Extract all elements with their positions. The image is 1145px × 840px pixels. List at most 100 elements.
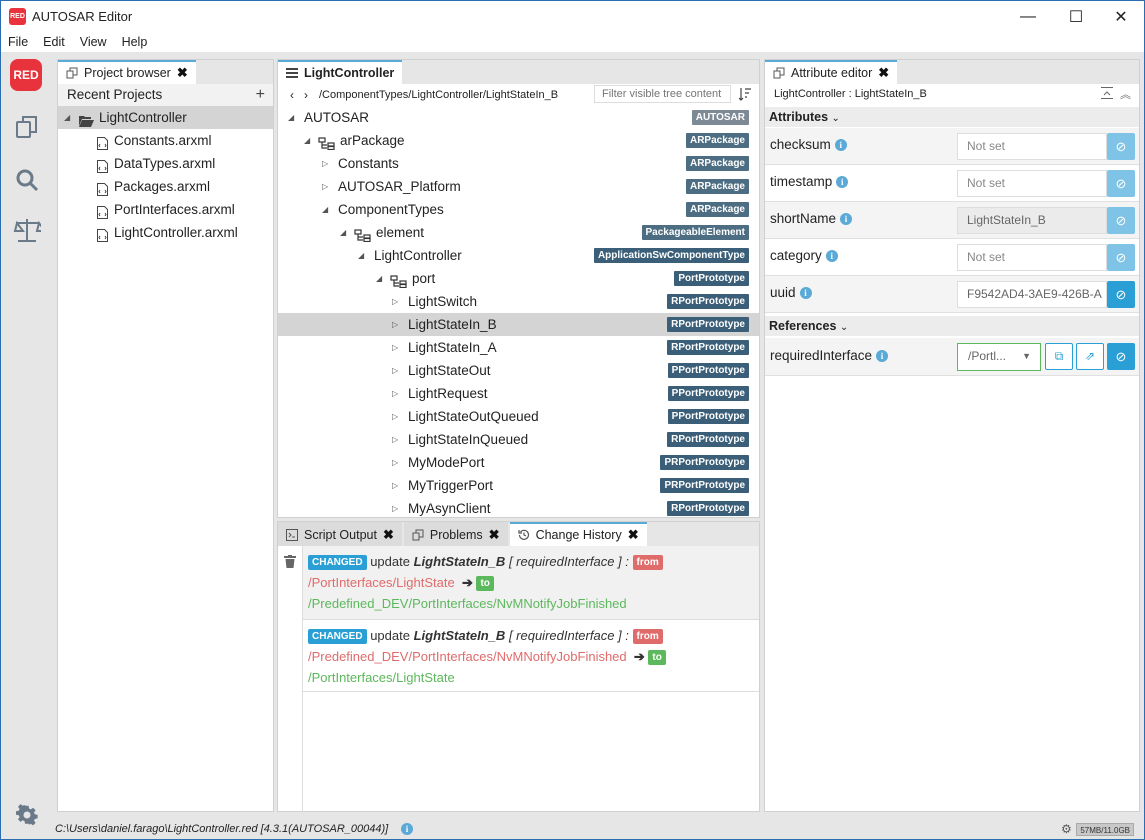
tab-project-browser[interactable]: Project browser ✖: [58, 60, 196, 84]
menu-file[interactable]: File: [1, 32, 36, 52]
tab-problems[interactable]: Problems ✖: [403, 522, 508, 546]
collapse-arrow-icon[interactable]: ◢: [288, 106, 294, 129]
tree-row[interactable]: ▷ Constants ARPackage: [278, 152, 759, 175]
info-icon[interactable]: i: [836, 176, 849, 188]
unset-button[interactable]: ⊘: [1107, 133, 1135, 160]
tab-attribute-editor[interactable]: Attribute editor ✖: [765, 60, 898, 84]
expand-arrow-icon[interactable]: ▷: [392, 474, 398, 497]
info-icon[interactable]: i: [825, 250, 838, 262]
minimize-button[interactable]: —: [1005, 1, 1051, 32]
expand-arrow-icon[interactable]: ▷: [392, 336, 398, 359]
sort-icon[interactable]: [738, 87, 751, 104]
unset-button[interactable]: ⊘: [1107, 170, 1135, 197]
tab-change-history[interactable]: Change History ✖: [509, 522, 647, 546]
file-row[interactable]: Packages.arxml: [58, 175, 273, 198]
expand-arrow-icon[interactable]: ▷: [392, 359, 398, 382]
expand-arrow-icon[interactable]: ▷: [322, 175, 328, 198]
collapse-arrow-icon[interactable]: ◢: [322, 198, 328, 221]
info-icon[interactable]: i: [799, 287, 812, 299]
unset-button[interactable]: ⊘: [1107, 207, 1135, 234]
file-row[interactable]: LightController.arxml: [58, 221, 273, 244]
settings-small-icon[interactable]: ⚙: [1061, 822, 1072, 836]
tree-row[interactable]: ◢ arPackage ARPackage: [278, 129, 759, 152]
close-tab-icon[interactable]: ✖: [489, 527, 500, 543]
collapse-all-icon[interactable]: [1101, 87, 1113, 102]
tree-row[interactable]: ▷ MyAsynClient RPortPrototype: [278, 497, 759, 520]
category-field[interactable]: Not set: [957, 244, 1107, 271]
open-reference-button[interactable]: ⇗: [1076, 343, 1104, 370]
close-tab-icon[interactable]: ✖: [177, 65, 188, 81]
close-tab-icon[interactable]: ✖: [383, 527, 394, 543]
tree-row[interactable]: ◢ ComponentTypes ARPackage: [278, 198, 759, 221]
back-arrow-icon[interactable]: ‹: [290, 88, 294, 102]
add-project-button[interactable]: +: [256, 84, 265, 106]
copy-reference-button[interactable]: ⧉: [1045, 343, 1073, 370]
memory-indicator[interactable]: 57MB/11.0GB: [1076, 823, 1134, 836]
expand-arrow-icon[interactable]: ▷: [392, 451, 398, 474]
trash-icon[interactable]: [284, 555, 296, 571]
info-icon[interactable]: i: [834, 139, 847, 151]
expand-arrow-icon[interactable]: ▷: [322, 152, 328, 175]
menu-edit[interactable]: Edit: [36, 32, 73, 52]
file-row[interactable]: DataTypes.arxml: [58, 152, 273, 175]
search-icon[interactable]: [13, 166, 41, 194]
expand-arrow-icon[interactable]: ▷: [392, 290, 398, 313]
tree-row[interactable]: ◢ port PortPrototype: [278, 267, 759, 290]
tree-row[interactable]: ▷ MyTriggerPort PRPortPrototype: [278, 474, 759, 497]
collapse-arrow-icon[interactable]: ◢: [340, 221, 346, 244]
expand-arrow-icon[interactable]: ▷: [392, 382, 398, 405]
maximize-button[interactable]: ☐: [1053, 1, 1099, 32]
info-icon[interactable]: i: [840, 213, 853, 225]
gear-icon[interactable]: [16, 804, 38, 826]
tree-row[interactable]: ▷ LightRequest PPortPrototype: [278, 382, 759, 405]
uuid-field[interactable]: F9542AD4-3AE9-426B-A: [957, 281, 1107, 308]
attributes-section-header[interactable]: Attributes ⌄: [765, 107, 1139, 127]
tab-light-controller[interactable]: LightController: [278, 60, 403, 84]
tree-row[interactable]: ▷ LightStateIn_B RPortPrototype: [278, 313, 759, 336]
project-row[interactable]: ◢ LightController: [58, 106, 273, 129]
unset-button[interactable]: ⊘: [1107, 244, 1135, 271]
collapse-arrow-icon[interactable]: ◢: [64, 106, 70, 129]
recent-projects-label[interactable]: Recent Projects: [58, 84, 273, 106]
file-row[interactable]: Constants.arxml: [58, 129, 273, 152]
red-logo[interactable]: RED: [10, 59, 42, 91]
menu-help[interactable]: Help: [115, 32, 156, 52]
collapse-arrow-icon[interactable]: ◢: [376, 267, 382, 290]
collapse-arrow-icon[interactable]: ◢: [304, 129, 310, 152]
unset-button[interactable]: ⊘: [1107, 281, 1135, 308]
tree-row[interactable]: ◢ AUTOSAR AUTOSAR: [278, 106, 759, 129]
menu-view[interactable]: View: [73, 32, 115, 52]
file-row[interactable]: PortInterfaces.arxml: [58, 198, 273, 221]
files-icon[interactable]: [13, 113, 41, 141]
close-tab-icon[interactable]: ✖: [628, 527, 639, 543]
expand-arrow-icon[interactable]: ▷: [392, 428, 398, 451]
close-window-button[interactable]: ✕: [1098, 1, 1144, 32]
shortname-field[interactable]: LightStateIn_B: [957, 207, 1107, 234]
tree-row[interactable]: ▷ LightStateIn_A RPortPrototype: [278, 336, 759, 359]
tree-row[interactable]: ▷ MyModePort PRPortPrototype: [278, 451, 759, 474]
timestamp-field[interactable]: Not set: [957, 170, 1107, 197]
required-interface-select[interactable]: /Portl... ▼: [957, 343, 1041, 371]
expand-arrow-icon[interactable]: ▷: [392, 313, 398, 336]
tab-script-output[interactable]: Script Output ✖: [278, 522, 402, 546]
references-section-header[interactable]: References ⌄: [765, 316, 1139, 336]
close-tab-icon[interactable]: ✖: [878, 65, 889, 81]
chevron-up-icon[interactable]: ︽: [1120, 86, 1131, 102]
filter-input[interactable]: [594, 85, 731, 103]
expand-arrow-icon[interactable]: ▷: [392, 405, 398, 428]
tree-row[interactable]: ▷ AUTOSAR_Platform ARPackage: [278, 175, 759, 198]
forward-arrow-icon[interactable]: ›: [304, 88, 308, 102]
tree-row[interactable]: ◢ LightController ApplicationSwComponentTy…: [278, 244, 759, 267]
scale-icon[interactable]: [13, 216, 47, 244]
unset-button[interactable]: ⊘: [1107, 343, 1135, 370]
tree-row[interactable]: ▷ LightSwitch RPortPrototype: [278, 290, 759, 313]
collapse-arrow-icon[interactable]: ◢: [358, 244, 364, 267]
tree-row[interactable]: ▷ LightStateOutQueued PPortPrototype: [278, 405, 759, 428]
expand-arrow-icon[interactable]: ▷: [392, 497, 398, 520]
checksum-field[interactable]: Not set: [957, 133, 1107, 160]
tree-row[interactable]: ▷ LightStateOut PPortPrototype: [278, 359, 759, 382]
tree-row[interactable]: ◢ element PackageableElement: [278, 221, 759, 244]
info-icon[interactable]: i: [401, 823, 413, 835]
info-icon[interactable]: i: [876, 350, 889, 362]
tree-row[interactable]: ▷ LightStateInQueued RPortPrototype: [278, 428, 759, 451]
